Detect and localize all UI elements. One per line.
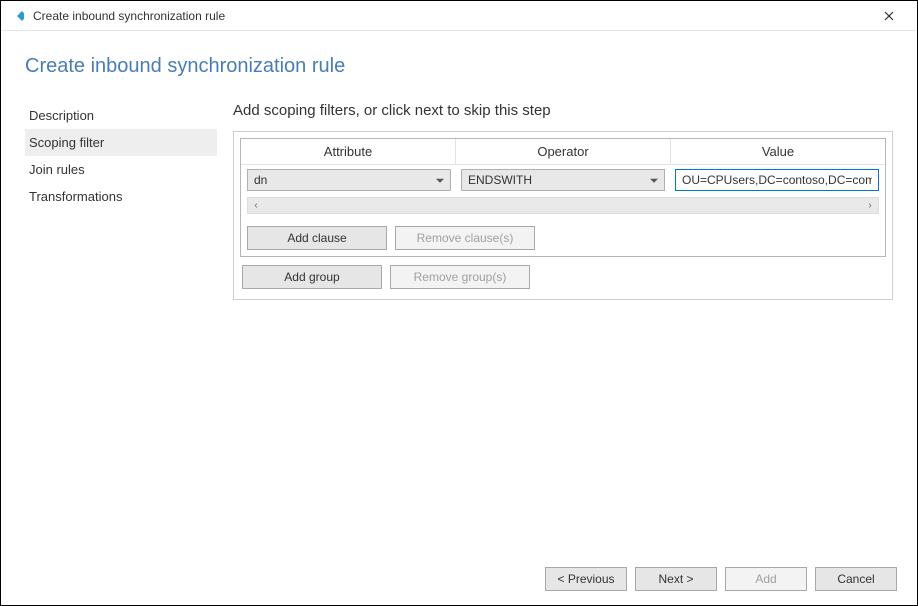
value-cell <box>675 169 879 191</box>
clause-button-row: Add clause Remove clause(s) <box>241 220 885 256</box>
layout: Description Scoping filter Join rules Tr… <box>25 102 893 300</box>
group-button-row: Add group Remove group(s) <box>234 257 892 299</box>
next-button[interactable]: Next > <box>635 567 717 591</box>
remove-clause-button: Remove clause(s) <box>395 226 535 250</box>
horizontal-scrollbar[interactable]: ‹ › <box>247 197 879 214</box>
operator-cell: ENDSWITH <box>461 169 665 191</box>
add-group-button[interactable]: Add group <box>242 265 382 289</box>
sidebar-item-transformations[interactable]: Transformations <box>25 183 217 210</box>
value-input[interactable] <box>675 169 879 191</box>
col-header-attribute: Attribute <box>241 139 456 165</box>
window-title: Create inbound synchronization rule <box>33 9 869 23</box>
attribute-cell: dn <box>247 169 451 191</box>
operator-select[interactable]: ENDSWITH <box>461 169 665 191</box>
main: Add scoping filters, or click next to sk… <box>233 102 893 300</box>
page-title: Create inbound synchronization rule <box>25 55 893 78</box>
col-header-operator: Operator <box>456 139 671 165</box>
previous-button[interactable]: < Previous <box>545 567 627 591</box>
cancel-button[interactable]: Cancel <box>815 567 897 591</box>
scroll-left-icon[interactable]: ‹ <box>248 198 264 213</box>
scroll-right-icon[interactable]: › <box>862 198 878 213</box>
titlebar: Create inbound synchronization rule <box>1 1 917 31</box>
add-button: Add <box>725 567 807 591</box>
attribute-select[interactable]: dn <box>247 169 451 191</box>
close-button[interactable] <box>869 2 909 30</box>
add-clause-button[interactable]: Add clause <box>247 226 387 250</box>
sidebar: Description Scoping filter Join rules Tr… <box>25 102 217 300</box>
app-icon <box>9 8 25 24</box>
sidebar-item-description[interactable]: Description <box>25 102 217 129</box>
col-header-value: Value <box>671 139 885 165</box>
remove-group-button: Remove group(s) <box>390 265 530 289</box>
content: Create inbound synchronization rule Desc… <box>1 31 917 300</box>
grid-row: dn ENDSWITH <box>241 165 885 197</box>
group-panel: Attribute Operator Value dn ENDSWITH <box>233 131 893 300</box>
footer: < Previous Next > Add Cancel <box>545 567 897 591</box>
step-title: Add scoping filters, or click next to sk… <box>233 102 893 119</box>
grid-header: Attribute Operator Value <box>241 139 885 165</box>
clause-panel: Attribute Operator Value dn ENDSWITH <box>240 138 886 257</box>
sidebar-item-join-rules[interactable]: Join rules <box>25 156 217 183</box>
sidebar-item-scoping-filter[interactable]: Scoping filter <box>25 129 217 156</box>
